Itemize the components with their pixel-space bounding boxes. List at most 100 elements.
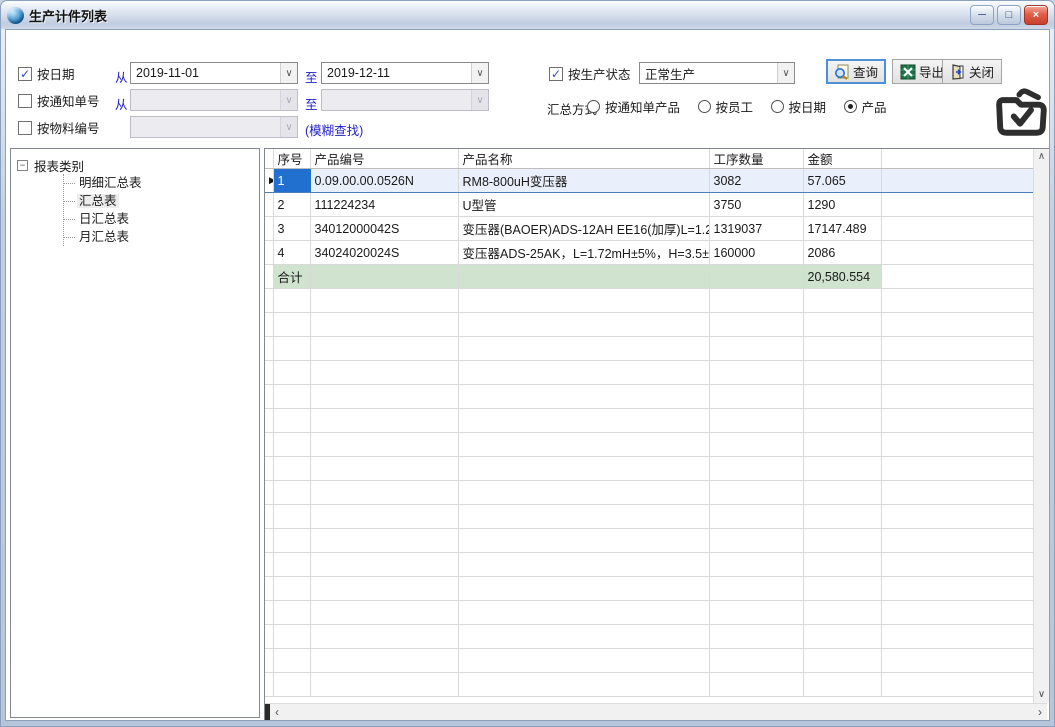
- cell-filler: [881, 241, 1033, 265]
- by-date-checkbox[interactable]: ✓: [18, 67, 32, 81]
- radio-label: 产品: [862, 97, 887, 116]
- col-header-process-qty[interactable]: 工序数量: [709, 149, 803, 169]
- tree-item-summary[interactable]: 汇总表: [64, 192, 144, 210]
- col-header-seq[interactable]: 序号: [273, 149, 310, 169]
- radio-product[interactable]: 产品: [844, 97, 887, 116]
- table-row[interactable]: 2 111224234 U型管 3750 1290: [265, 193, 1033, 217]
- row-marker-icon: ▶: [265, 169, 273, 193]
- by-status-checkbox[interactable]: ✓: [549, 67, 563, 81]
- filter-by-status[interactable]: ✓ 按生产状态: [549, 64, 631, 83]
- radio-icon[interactable]: [771, 100, 784, 113]
- radio-by-employee[interactable]: 按员工: [698, 97, 754, 116]
- tree-item-detail-summary[interactable]: 明细汇总表: [64, 174, 144, 192]
- col-header-product-code[interactable]: 产品编号: [310, 149, 458, 169]
- scroll-down-icon[interactable]: ∨: [1038, 687, 1045, 703]
- cell-amount[interactable]: 57.065: [803, 169, 881, 193]
- scroll-right-icon[interactable]: ›: [1033, 705, 1047, 719]
- radio-label: 按员工: [716, 97, 754, 116]
- empty-row: [265, 457, 1033, 481]
- radio-icon[interactable]: [698, 100, 711, 113]
- close-window-button[interactable]: ×: [1024, 5, 1048, 25]
- scroll-up-icon[interactable]: ∧: [1038, 149, 1045, 165]
- cell-product-code[interactable]: 111224234: [310, 193, 458, 217]
- vertical-scrollbar[interactable]: ∧ ∨: [1033, 149, 1049, 703]
- cell-product-name[interactable]: U型管: [458, 193, 709, 217]
- empty-row: [265, 649, 1033, 673]
- col-header-amount[interactable]: 金额: [803, 149, 881, 169]
- empty-row: [265, 553, 1033, 577]
- radio-by-notice-product[interactable]: 按通知单产品: [587, 97, 680, 116]
- cell-product-name[interactable]: RM8-800uH变压器: [458, 169, 709, 193]
- titlebar[interactable]: 生产计件列表 ─ □ ×: [1, 1, 1054, 29]
- empty-row: [265, 337, 1033, 361]
- collapse-icon[interactable]: −: [17, 160, 28, 171]
- empty-row: [265, 505, 1033, 529]
- scroll-left-icon[interactable]: ‹: [270, 705, 284, 719]
- cell-product-code[interactable]: 34024020024S: [310, 241, 458, 265]
- table-row[interactable]: ▶ 1 0.09.00.00.0526N RM8-800uH变压器 3082 5…: [265, 169, 1033, 193]
- notice-to-combo: ∨: [321, 89, 489, 111]
- status-combo[interactable]: 正常生产 ∨: [639, 62, 795, 84]
- table-row[interactable]: 4 34024020024S 变压器ADS-25AK，L=1.72mH±5%，H…: [265, 241, 1033, 265]
- notice-from-label: 从: [115, 94, 128, 113]
- cell-amount[interactable]: 1290: [803, 193, 881, 217]
- cell-seq[interactable]: 4: [273, 241, 310, 265]
- chevron-down-icon[interactable]: ∨: [777, 63, 794, 83]
- empty-row: [265, 577, 1033, 601]
- fuzzy-search-hint: (模糊查找): [305, 120, 363, 139]
- folder-check-icon: [992, 82, 1050, 140]
- report-tree-panel: − 报表类别 明细汇总表 汇总表 日汇总表 月汇总表: [10, 148, 260, 718]
- tree-item-monthly-summary[interactable]: 月汇总表: [64, 228, 144, 246]
- filter-by-notice[interactable]: 按通知单号: [18, 91, 100, 110]
- cell-amount[interactable]: 17147.489: [803, 217, 881, 241]
- cell-process-qty[interactable]: 3082: [709, 169, 803, 193]
- cell-seq[interactable]: 3: [273, 217, 310, 241]
- col-header-filler: [881, 149, 1033, 169]
- radio-icon[interactable]: [587, 100, 600, 113]
- cell-product-name[interactable]: 变压器(BAOER)ADS-12AH EE16(加厚)L=1.25 自动: [458, 217, 709, 241]
- tree-root-label[interactable]: 报表类别: [34, 156, 84, 175]
- cell-process-qty[interactable]: 1319037: [709, 217, 803, 241]
- horizontal-scrollbar[interactable]: ‹ ›: [265, 703, 1047, 720]
- status-value: 正常生产: [640, 64, 777, 83]
- date-from-label: 从: [115, 67, 128, 86]
- cell-product-code[interactable]: 0.09.00.00.0526N: [310, 169, 458, 193]
- empty-row: [265, 313, 1033, 337]
- cell-seq[interactable]: 1: [273, 169, 310, 193]
- by-notice-checkbox[interactable]: [18, 94, 32, 108]
- cell-product-code[interactable]: 34012000042S: [310, 217, 458, 241]
- query-button[interactable]: 查询: [826, 59, 886, 84]
- filter-by-material[interactable]: 按物料编号: [18, 118, 100, 137]
- tree-children: 明细汇总表 汇总表 日汇总表 月汇总表: [63, 174, 144, 246]
- table-row[interactable]: 3 34012000042S 变压器(BAOER)ADS-12AH EE16(加…: [265, 217, 1033, 241]
- selector-header: [265, 149, 273, 169]
- date-to-combo[interactable]: 2019-12-11 ∨: [321, 62, 489, 84]
- date-from-combo[interactable]: 2019-11-01 ∨: [130, 62, 298, 84]
- maximize-button[interactable]: □: [997, 5, 1021, 25]
- cell-filler: [881, 169, 1033, 193]
- radio-by-date[interactable]: 按日期: [771, 97, 827, 116]
- filter-by-date[interactable]: ✓ 按日期: [18, 64, 75, 83]
- chevron-down-icon[interactable]: ∨: [280, 63, 297, 83]
- empty-row: [265, 385, 1033, 409]
- tree-root-node[interactable]: − 报表类别: [17, 156, 84, 175]
- empty-row: [265, 361, 1033, 385]
- cell-process-qty[interactable]: 160000: [709, 241, 803, 265]
- cell-seq[interactable]: 2: [273, 193, 310, 217]
- minimize-button[interactable]: ─: [970, 5, 994, 25]
- cell-product-name[interactable]: 变压器ADS-25AK，L=1.72mH±5%，H=3.5±0.2m: [458, 241, 709, 265]
- chevron-down-icon[interactable]: ∨: [471, 63, 488, 83]
- by-material-checkbox[interactable]: [18, 121, 32, 135]
- close-form-button[interactable]: 关闭: [942, 59, 1002, 84]
- cell-process-qty[interactable]: 3750: [709, 193, 803, 217]
- radio-icon-selected[interactable]: [844, 100, 857, 113]
- tree-item-daily-summary[interactable]: 日汇总表: [64, 210, 144, 228]
- results-panel: 序号 产品编号 产品名称 工序数量 金额 ▶ 1 0.09.00.00.052: [264, 148, 1050, 721]
- empty-row: [265, 433, 1033, 457]
- cell-amount[interactable]: 2086: [803, 241, 881, 265]
- col-header-product-name[interactable]: 产品名称: [458, 149, 709, 169]
- by-notice-label: 按通知单号: [37, 91, 100, 110]
- empty-row: [265, 409, 1033, 433]
- total-label: 合计: [273, 265, 310, 289]
- empty-row: [265, 289, 1033, 313]
